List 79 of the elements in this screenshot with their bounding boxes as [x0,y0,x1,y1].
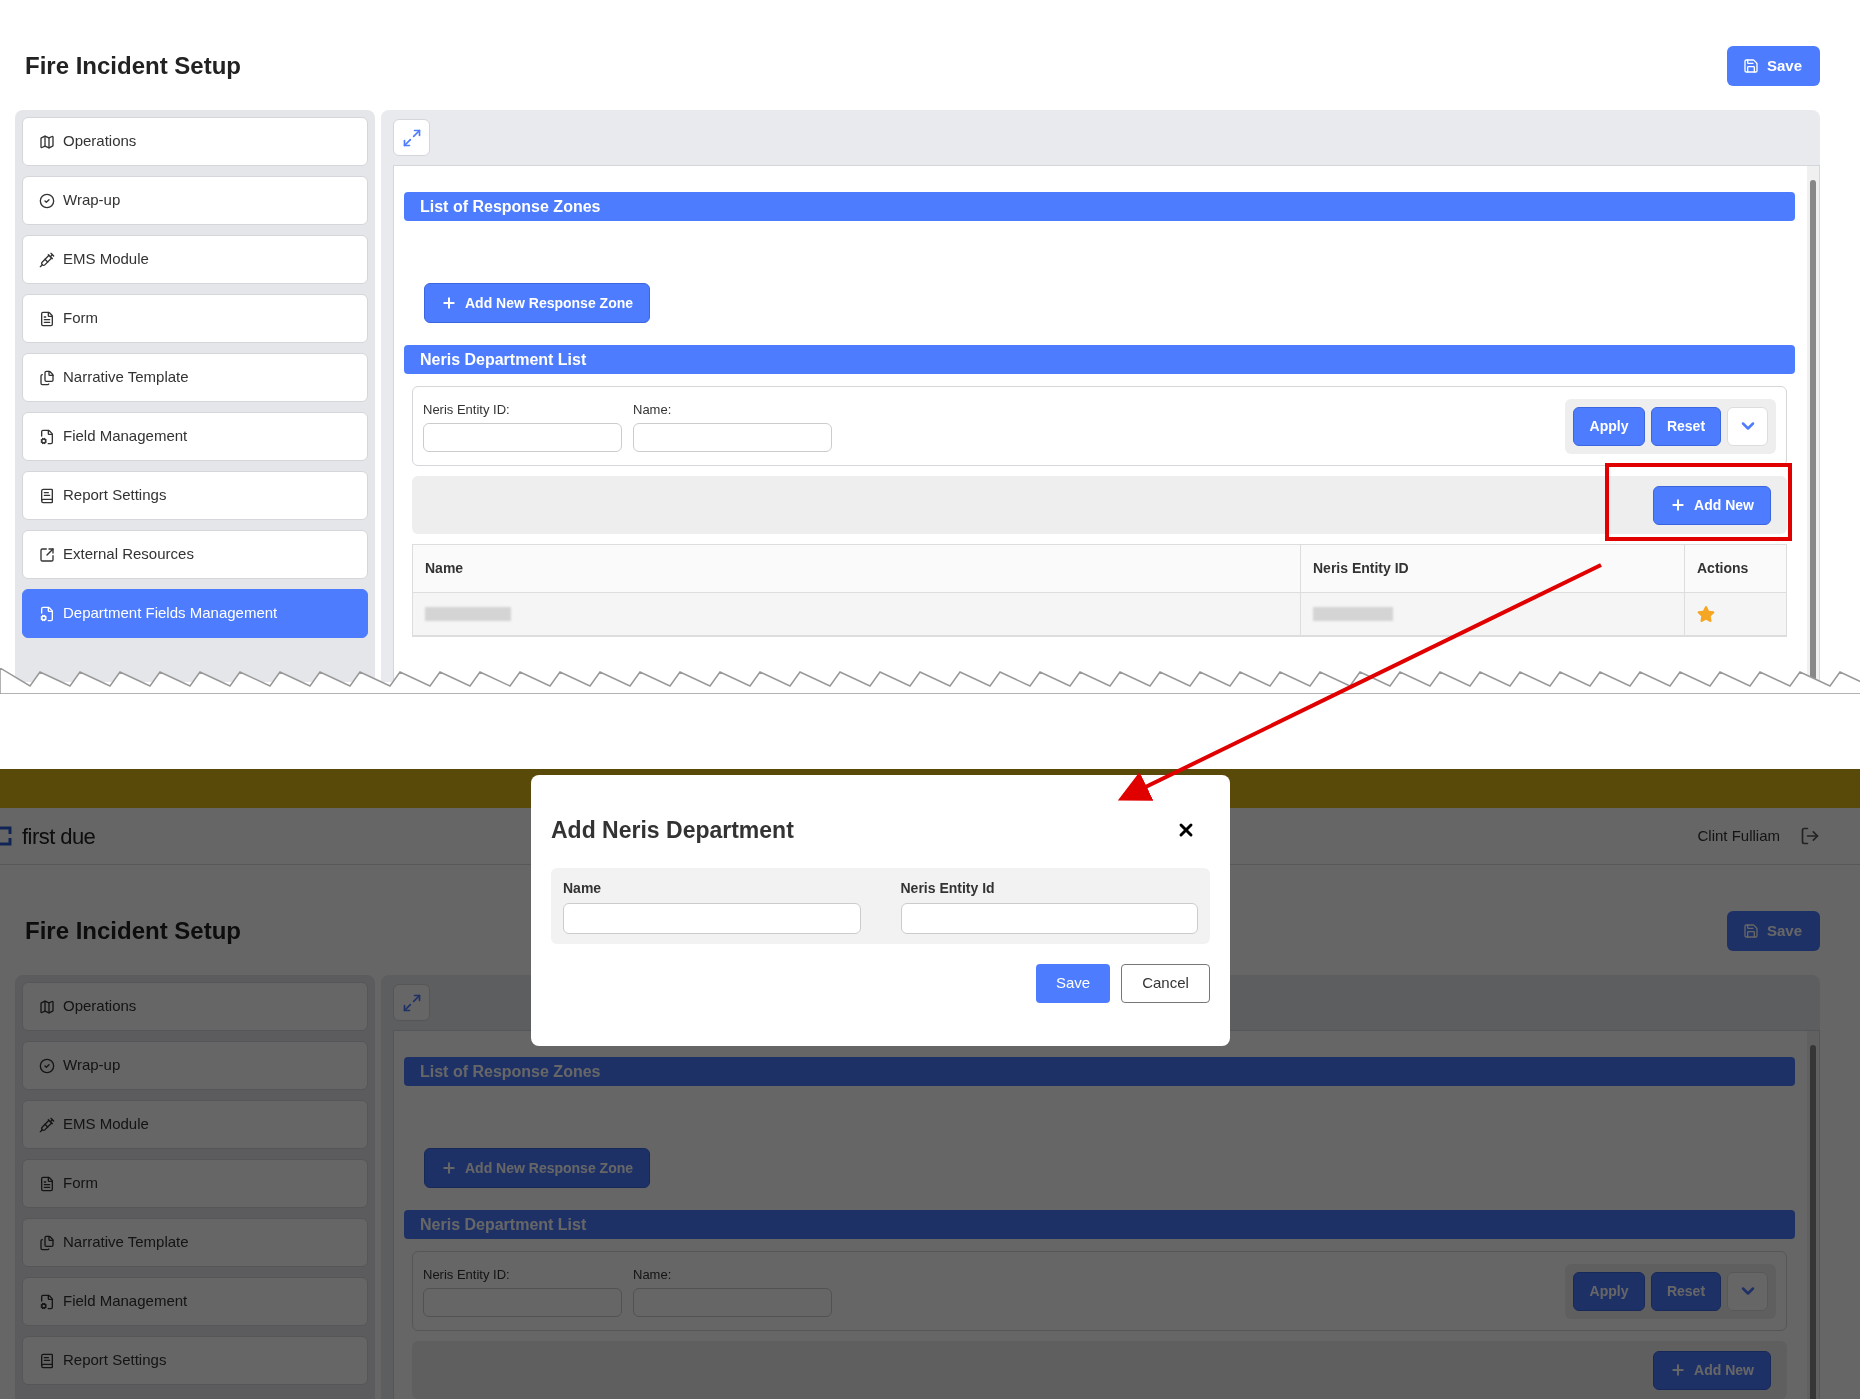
user-name: Clint Fulliam [1697,825,1780,846]
section-header: List of Response Zones [404,1057,1795,1086]
field-label: Name [563,878,603,898]
logout-icon[interactable] [1800,826,1820,846]
column-header: Name [424,559,465,578]
documents-icon [39,1234,55,1251]
plus-icon [441,1160,457,1176]
add-new-button[interactable]: Add New [1653,1350,1771,1390]
filter-label: Neris Entity ID: [423,1265,511,1284]
map-icon [39,133,55,150]
sidebar-item[interactable]: Form [22,1159,368,1208]
input-field[interactable] [633,423,832,453]
sidebar-item[interactable]: Wrap-up [22,176,368,225]
add-response-zone-button[interactable]: Add New Response Zone [424,283,651,323]
filter-label: Name: [633,400,673,419]
modal-title: Add Neris Department [551,816,794,845]
filter-label: Neris Entity ID: [423,400,511,419]
sidebar-item[interactable]: Form [22,294,368,343]
expand-button[interactable] [393,119,430,156]
save-button[interactable]: Save [1727,911,1820,951]
sidebar-item[interactable]: Narrative Template [22,1218,368,1267]
syringe-icon [39,251,55,268]
expand-icon [401,127,422,148]
logo-icon [0,825,14,847]
sidebar-item[interactable]: Report Settings [22,1336,368,1385]
expand-button[interactable] [393,984,430,1021]
column-header: Actions [1684,545,1786,592]
expand-icon [401,992,422,1013]
documents-icon [39,369,55,386]
add-response-zone-button[interactable]: Add New Response Zone [424,1148,651,1188]
save-button[interactable]: Save [1727,46,1820,86]
page-title: Fire Incident Setup [25,51,242,81]
column-header: Neris Entity ID [1300,545,1684,592]
reset-button[interactable]: Reset [1651,406,1721,446]
document-icon [39,1175,55,1192]
section-header: List of Response Zones [404,192,1795,221]
logo: first due [22,822,96,851]
document-gear-icon [39,428,55,445]
apply-button[interactable]: Apply [1573,1271,1645,1311]
external-link-icon [39,546,55,563]
sidebar-item[interactable]: Report Settings [22,471,368,520]
map-icon [39,998,55,1015]
star-icon[interactable] [1697,605,1715,623]
report-icon [39,487,55,504]
report-icon [39,1352,55,1369]
sidebar-item[interactable]: Field Management [22,1277,368,1326]
page-title: Fire Incident Setup [25,916,242,946]
sidebar-item[interactable]: Narrative Template [22,353,368,402]
sidebar-item[interactable]: EMS Module [22,1100,368,1149]
field-label: Neris Entity Id [900,878,996,898]
apply-button[interactable]: Apply [1573,406,1645,446]
dropdown-button[interactable] [1727,406,1768,446]
section-header: Neris Department List [404,1210,1795,1239]
section-header: Neris Department List [404,345,1795,374]
sidebar-item[interactable]: Department Fields Management [22,589,368,638]
cancel-button[interactable]: Cancel [1121,963,1210,1003]
input-field[interactable] [423,423,622,453]
document-gear-icon [39,1293,55,1310]
plus-icon [441,295,457,311]
add-new-button[interactable]: Add New [1653,485,1771,525]
document-icon [39,310,55,327]
check-circle-icon [39,1057,55,1074]
sidebar-item[interactable]: Operations [22,982,368,1031]
filter-label: Name: [633,1265,673,1284]
save-button[interactable]: Save [1036,963,1110,1003]
input-field[interactable] [900,902,1198,934]
reset-button[interactable]: Reset [1651,1271,1721,1311]
sidebar-item[interactable]: External Resources [22,530,368,579]
sidebar-item[interactable]: EMS Module [22,235,368,284]
sidebar-item[interactable]: Operations [22,117,368,166]
check-circle-icon [39,192,55,209]
sidebar-item[interactable]: Wrap-up [22,1041,368,1090]
save-icon [1743,58,1759,74]
syringe-icon [39,1116,55,1133]
input-field[interactable] [563,902,861,934]
dropdown-button[interactable] [1727,1271,1768,1311]
document-gear-icon [39,605,55,622]
save-icon [1743,923,1759,939]
sidebar-item[interactable]: Field Management [22,412,368,461]
